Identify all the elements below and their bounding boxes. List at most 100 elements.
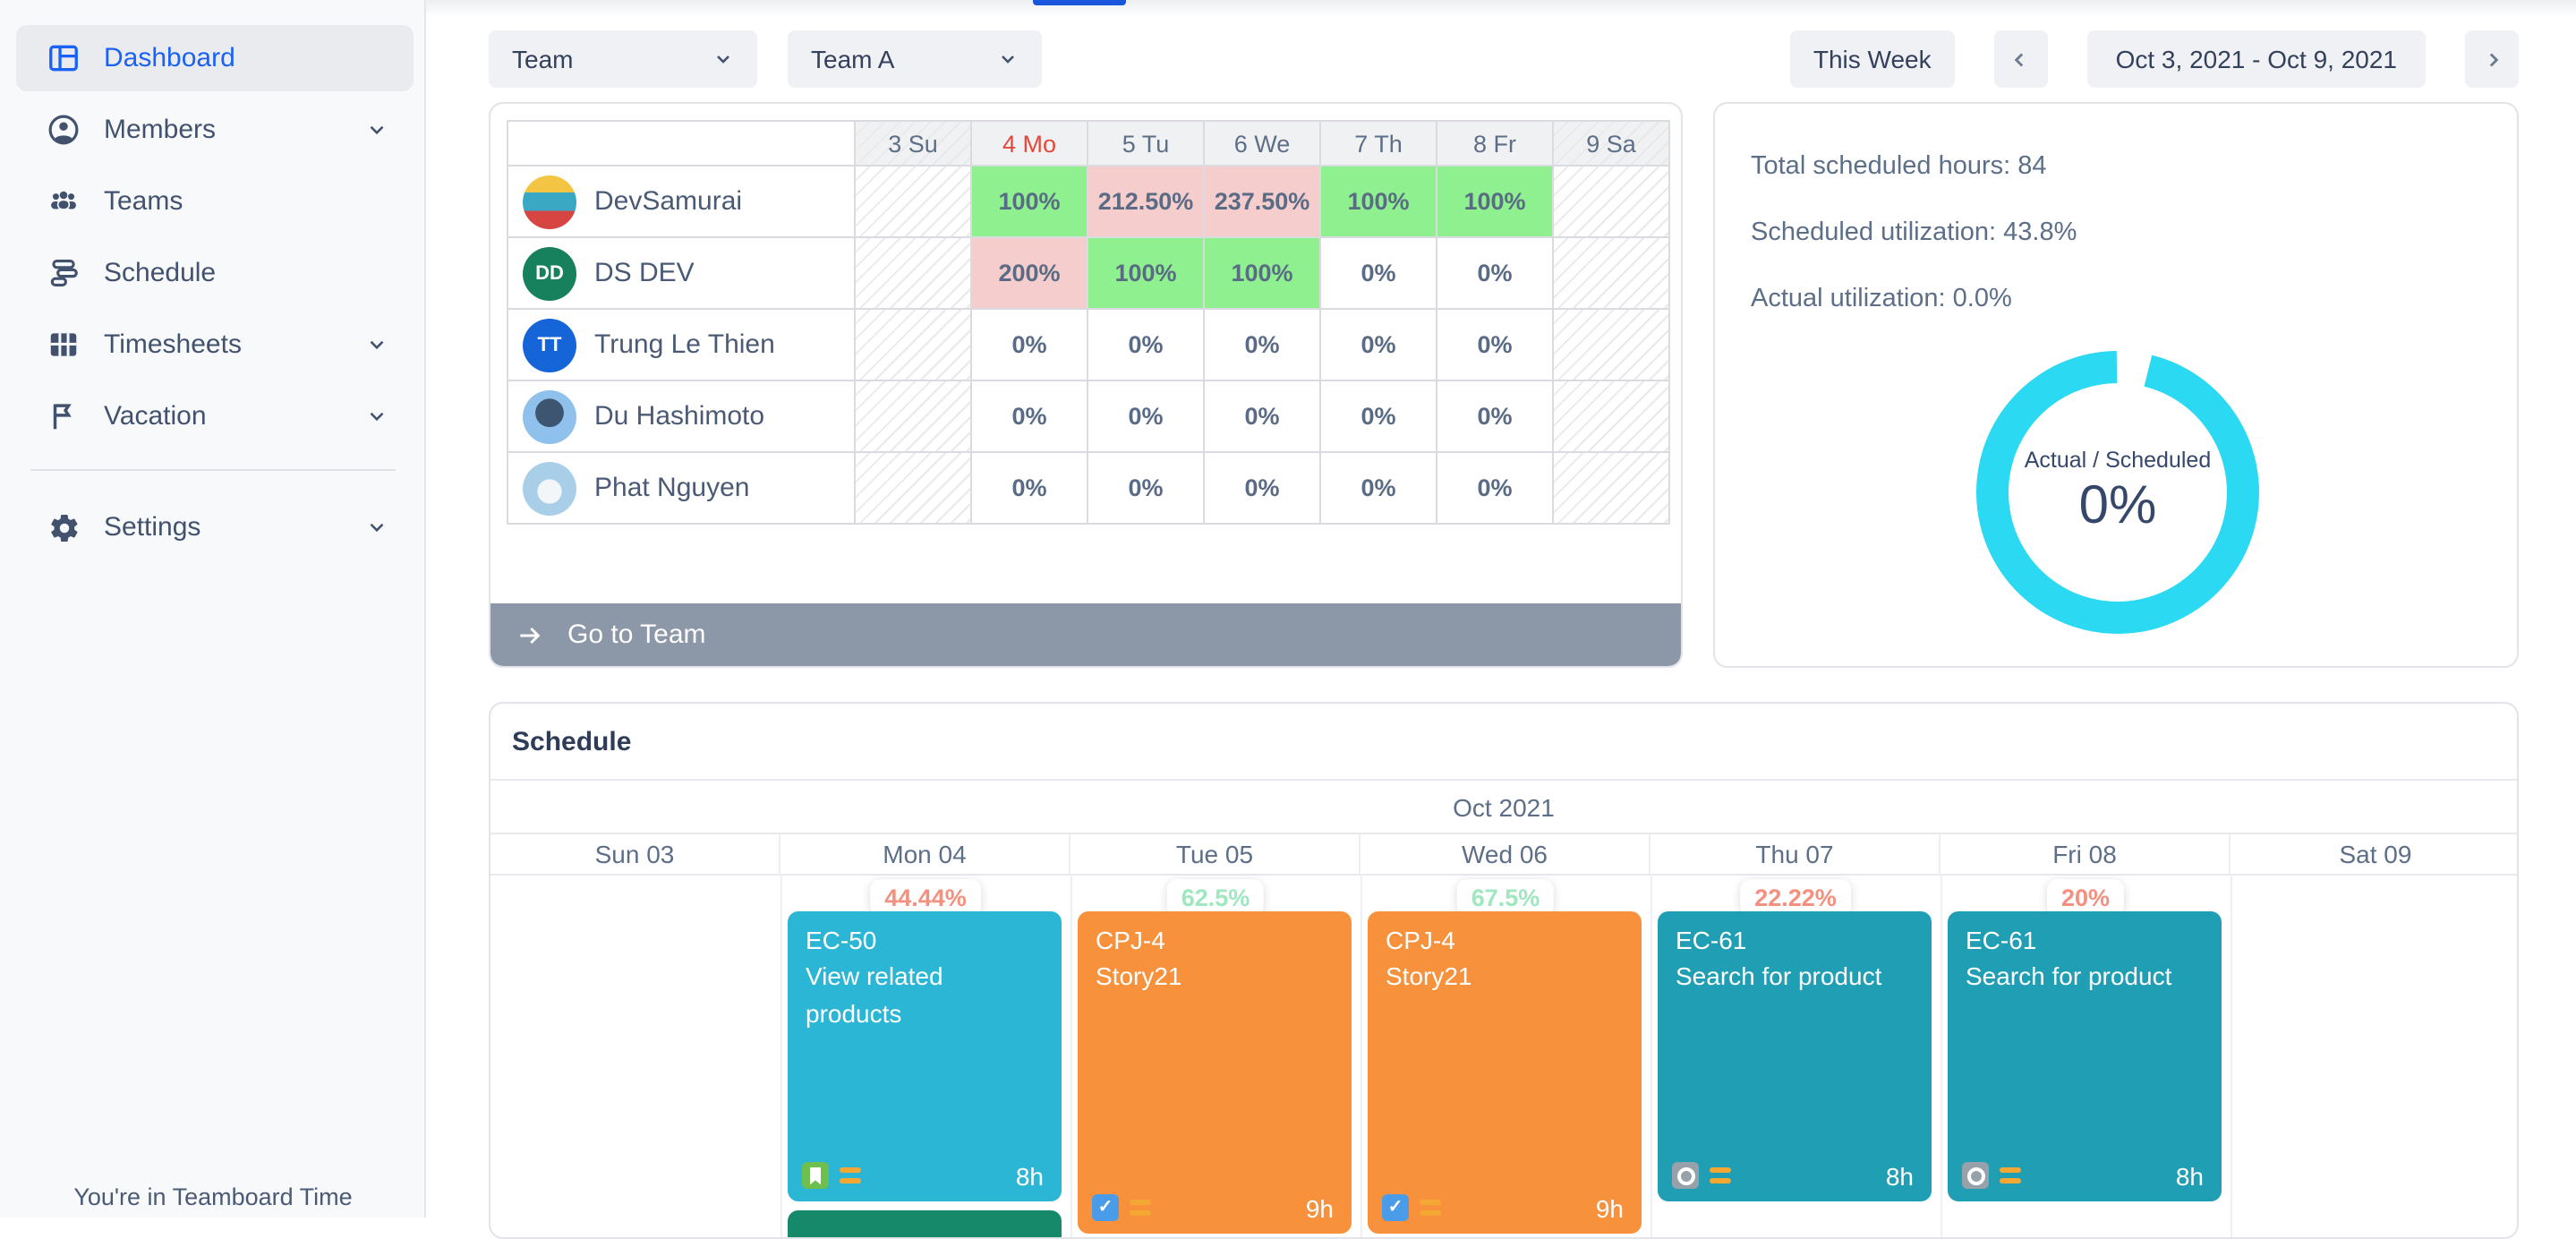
value-cell xyxy=(1554,453,1670,525)
column-divider xyxy=(1651,874,1652,1239)
chevron-down-icon xyxy=(365,516,388,539)
table-row[interactable]: DevSamurai 100% 212.50% 237.50% 100% 100… xyxy=(508,167,1670,238)
event-card-partial[interactable] xyxy=(788,1210,1062,1239)
date-controls: This Week Oct 3, 2021 - Oct 9, 2021 xyxy=(1790,30,2519,88)
value-cell: 0% xyxy=(1088,453,1205,525)
column-divider xyxy=(1070,874,1072,1239)
sidebar-item-label: Timesheets xyxy=(104,329,242,360)
value-cell: 212.50% xyxy=(1088,167,1205,238)
value-cell: 0% xyxy=(1437,381,1554,453)
schedule-day-header-row: Sun 03 Mon 04 Tue 05 Wed 06 Thu 07 Fri 0… xyxy=(490,833,2517,876)
sidebar-item-dashboard[interactable]: Dashboard xyxy=(16,25,414,91)
go-to-team-button[interactable]: Go to Team xyxy=(490,603,1681,666)
value-cell: 100% xyxy=(972,167,1088,238)
lines-icon xyxy=(1710,1167,1731,1183)
date-range-button[interactable]: Oct 3, 2021 - Oct 9, 2021 xyxy=(2087,30,2426,88)
value-cell: 200% xyxy=(972,238,1088,310)
event-hours: 9h xyxy=(1596,1194,1624,1223)
next-week-button[interactable] xyxy=(2465,30,2519,88)
value-cell: 100% xyxy=(1321,167,1437,238)
value-cell: 0% xyxy=(1321,310,1437,381)
event-card[interactable]: EC-61 Search for product 8h xyxy=(1948,911,2222,1201)
event-card[interactable]: CPJ-4 Story21 ✓ 9h xyxy=(1368,911,1642,1234)
sidebar-item-label: Members xyxy=(104,115,216,145)
dashboard-icon xyxy=(47,41,81,75)
sidebar-item-label: Vacation xyxy=(104,401,207,432)
team-filter-value: Team xyxy=(512,45,573,73)
member-name: Du Hashimoto xyxy=(594,401,764,432)
month-label: Oct 2021 xyxy=(490,781,2517,833)
schedule-day-header: Mon 04 xyxy=(780,834,1070,874)
event-hours: 9h xyxy=(1306,1194,1334,1223)
value-cell xyxy=(856,453,972,525)
teams-icon xyxy=(47,184,81,218)
event-key: EC-61 xyxy=(1966,922,2204,959)
scheduled-utilization: Scheduled utilization: 43.8% xyxy=(1751,218,2077,247)
value-cell xyxy=(856,381,972,453)
schedule-title: Schedule xyxy=(512,704,631,779)
value-cell: 0% xyxy=(1437,453,1554,525)
day-header: 6 We xyxy=(1205,122,1321,167)
schedule-day-header: Wed 06 xyxy=(1361,834,1651,874)
value-cell xyxy=(1554,381,1670,453)
value-cell: 0% xyxy=(1205,453,1321,525)
day-header: 3 Su xyxy=(856,122,972,167)
event-hours: 8h xyxy=(1886,1162,1914,1191)
event-card[interactable]: EC-50 View related products 8h xyxy=(788,911,1062,1201)
this-week-button[interactable]: This Week xyxy=(1790,30,1955,88)
schedule-icon xyxy=(47,256,81,290)
team-select-value: Team A xyxy=(811,45,894,73)
total-scheduled-hours: Total scheduled hours: 84 xyxy=(1751,152,2047,181)
team-select[interactable]: Team A xyxy=(788,30,1042,88)
value-cell: 0% xyxy=(972,310,1088,381)
team-filter-select[interactable]: Team xyxy=(489,30,757,88)
column-divider xyxy=(1941,874,1942,1239)
status-circle-icon xyxy=(1672,1162,1699,1189)
utilization-donut-chart: Actual / Scheduled 0% xyxy=(1966,340,2270,645)
event-key: EC-61 xyxy=(1676,922,1914,959)
event-key: EC-50 xyxy=(806,922,1044,959)
top-hairline xyxy=(426,0,2576,16)
sidebar-item-label: Teams xyxy=(104,186,183,217)
day-header: 9 Sa xyxy=(1554,122,1670,167)
prev-week-button[interactable] xyxy=(1994,30,2048,88)
event-key: CPJ-4 xyxy=(1386,922,1624,959)
sidebar-item-schedule[interactable]: Schedule xyxy=(16,240,414,306)
table-row[interactable]: TT Trung Le Thien 0% 0% 0% 0% 0% xyxy=(508,310,1670,381)
value-cell xyxy=(1554,167,1670,238)
value-cell: 0% xyxy=(1088,310,1205,381)
lines-icon xyxy=(840,1167,861,1183)
value-cell: 237.50% xyxy=(1205,167,1321,238)
actual-utilization: Actual utilization: 0.0% xyxy=(1751,285,2012,313)
event-title: Story21 xyxy=(1386,959,1624,995)
sidebar-item-teams[interactable]: Teams xyxy=(16,168,414,235)
avatar xyxy=(523,175,576,228)
schedule-day-header: Tue 05 xyxy=(1070,834,1361,874)
sidebar-item-label: Dashboard xyxy=(104,43,235,73)
sidebar-footer-note: You're in Teamboard Time xyxy=(0,1183,426,1210)
utilization-summary-card: Total scheduled hours: 84 Scheduled util… xyxy=(1713,102,2519,668)
sidebar-item-members[interactable]: Members xyxy=(16,97,414,163)
bookmark-icon xyxy=(802,1162,829,1189)
value-cell xyxy=(856,310,972,381)
event-card[interactable]: EC-61 Search for product 8h xyxy=(1658,911,1932,1201)
donut-center: Actual / Scheduled 0% xyxy=(1966,340,2270,645)
sidebar-item-vacation[interactable]: Vacation xyxy=(16,383,414,449)
avatar: TT xyxy=(523,318,576,372)
team-utilization-card: 3 Su 4 Mo 5 Tu 6 We 7 Th 8 Fr 9 Sa DevSa… xyxy=(489,102,1683,668)
sidebar-item-settings[interactable]: Settings xyxy=(16,494,414,560)
table-row[interactable]: DD DS DEV 200% 100% 100% 0% 0% xyxy=(508,238,1670,310)
value-cell: 0% xyxy=(972,453,1088,525)
active-tab-indicator xyxy=(1033,0,1126,5)
sidebar-item-label: Schedule xyxy=(104,258,216,288)
schedule-day-header: Thu 07 xyxy=(1651,834,1941,874)
value-cell: 0% xyxy=(1437,310,1554,381)
event-title: View related products xyxy=(806,959,1044,1031)
go-to-team-label: Go to Team xyxy=(567,620,706,650)
table-row[interactable]: Phat Nguyen 0% 0% 0% 0% 0% xyxy=(508,453,1670,525)
value-cell: 0% xyxy=(1205,310,1321,381)
event-card[interactable]: CPJ-4 Story21 ✓ 9h xyxy=(1078,911,1352,1234)
vacation-flag-icon xyxy=(47,399,81,433)
sidebar-item-timesheets[interactable]: Timesheets xyxy=(16,312,414,378)
table-row[interactable]: Du Hashimoto 0% 0% 0% 0% 0% xyxy=(508,381,1670,453)
